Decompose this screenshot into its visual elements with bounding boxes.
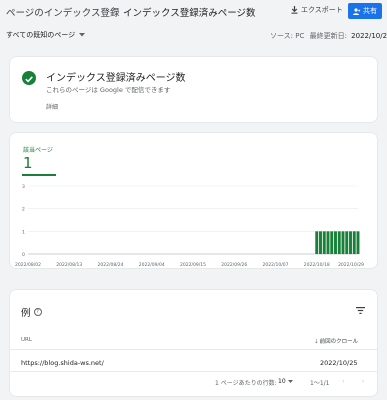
x-tick-label: 2022/08/02 [15,262,41,268]
status-subtitle: これらのページは Google で配信できます [46,86,171,94]
indexed-pages-chart: 0 1 2 3 2022/08/02 2022/08/13 2022/08/24 2022/0… [15,184,364,268]
filter-icon[interactable] [356,307,365,314]
chart-bar [334,231,337,254]
updated-label: 最終更新日: [309,32,347,40]
table-divider [10,371,377,372]
share-person-icon [353,7,361,15]
x-tick-label: 2022/08/24 [98,262,124,268]
table-divider [10,349,377,350]
examples-heading: 例 ? [21,305,42,319]
share-label: 共有 [363,7,377,15]
updated-date: 2022/10/29 [351,32,387,40]
rows-per-page-label: 1 ページあたりの行数: [215,380,277,387]
filter-selected-value: すべての既知のページ [6,31,76,39]
status-card: インデックス登録済みページ数 これらのページは Google で配信できます 詳… [10,57,377,122]
sort-arrow-icon: 🡓 [315,339,318,345]
next-page-icon[interactable]: › [362,378,364,385]
examples-card: 例 ? URL 🡓 前回のクロール https://blog.shida-ws.… [10,290,377,396]
x-tick-label: 2022/09/04 [139,262,165,268]
dropdown-arrow-icon [287,380,293,383]
x-tick-label: 2022/10/07 [263,262,289,268]
chart-bar [352,231,356,254]
column-header-last-crawl[interactable]: 🡓 前回のクロール [315,337,358,347]
chart-bar [341,231,345,254]
page-range: 1〜1/1 [310,380,330,387]
chart-bar [337,231,341,254]
x-tick-label: 2022/10/29 [338,262,364,268]
prev-page-icon[interactable]: ‹ [342,378,344,385]
rows-per-page-select[interactable]: 10 [278,378,293,385]
chart-bar [330,231,334,254]
y-tick-label: 2 [22,207,25,213]
status-title: インデックス登録済みページ数 [46,73,186,84]
chart-card: 該当ページ 1 0 1 2 3 2022/08/02 2022/08/13 2022/08/… [10,133,377,268]
y-tick-label: 0 [22,252,25,258]
chart-bar [319,231,322,254]
breadcrumb-parent[interactable]: ページのインデックス登録 [6,5,120,19]
examples-title: 例 [21,308,31,319]
export-button[interactable]: エクスポート [291,5,343,15]
y-tick-label: 3 [22,184,25,190]
top-bar: ページのインデックス登録 › インデックス登録済みページ数 エクスポート 共有 [0,0,387,22]
details-link[interactable]: 詳細 [46,102,58,111]
y-tick-label: 1 [22,229,25,235]
source-label: ソース: PC [270,32,305,40]
last-crawl-label: 前回のクロール [319,339,359,345]
source-info: ソース: PC 最終更新日: 2022/10/29 [270,31,387,41]
row-url[interactable]: https://blog.shida-ws.net/ [21,359,104,367]
chart-bar [326,231,330,254]
rows-per-page-value: 10 [278,378,286,385]
page-title: インデックス登録済みページ数 [123,8,256,19]
x-tick-label: 2022/09/26 [221,262,247,268]
breadcrumb-separator: › [112,4,116,15]
chart-bar [356,231,360,254]
table-row[interactable]: https://blog.shida-ws.net/ [21,359,104,367]
x-tick-label: 2022/08/13 [56,262,82,268]
row-last-crawl: 2022/10/25 [320,359,358,367]
help-icon[interactable]: ? [33,308,42,316]
chart-bar [315,231,319,254]
chart-bar [322,231,326,254]
chart-bar [345,231,349,254]
dropdown-arrow-icon [79,33,86,37]
share-button[interactable]: 共有 [348,3,382,19]
x-tick-label: 2022/09/15 [180,262,206,268]
page-filter-dropdown[interactable]: すべての既知のページ [6,30,86,40]
check-circle-icon [22,71,36,85]
export-label: エクスポート [301,6,343,14]
column-header-url[interactable]: URL [21,337,32,343]
download-icon [291,6,298,14]
chart-bar [349,231,352,254]
x-tick-label: 2022/10/18 [304,262,330,268]
